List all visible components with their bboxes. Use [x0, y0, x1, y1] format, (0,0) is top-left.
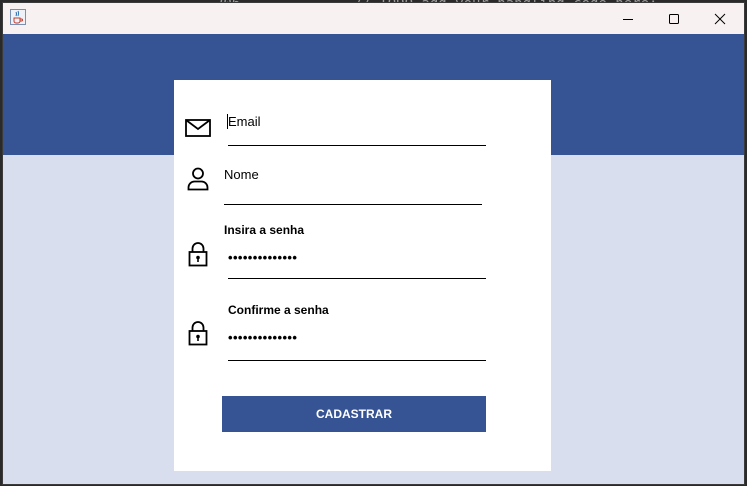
name-input[interactable] [224, 187, 482, 205]
user-icon [187, 167, 209, 191]
title-bar [3, 3, 744, 34]
email-text-caret [227, 114, 228, 129]
java-cup-icon [10, 9, 26, 25]
minimize-icon [623, 18, 633, 20]
confirm-password-label: Confirme a senha [228, 303, 329, 317]
minimize-button[interactable] [605, 3, 651, 34]
password-label: Insira a senha [224, 223, 305, 237]
cadastrar-button[interactable]: CADASTRAR [222, 396, 486, 432]
confirm-password-underline [228, 360, 486, 361]
lock-icon [188, 242, 208, 267]
name-label: Nome [224, 167, 259, 182]
password-underline [228, 278, 486, 279]
close-icon [714, 13, 726, 24]
email-label: Email [228, 114, 261, 129]
app-window: Email Nome Insira a senha ••••••••••••••… [3, 3, 744, 484]
password-input[interactable]: •••••••••••••• [228, 250, 297, 265]
envelope-icon [185, 119, 211, 137]
maximize-button[interactable] [651, 3, 697, 34]
lock-icon [188, 321, 208, 346]
confirm-password-input[interactable]: •••••••••••••• [228, 330, 297, 345]
email-input[interactable] [228, 134, 486, 150]
close-button[interactable] [697, 3, 743, 34]
maximize-icon [669, 13, 679, 24]
